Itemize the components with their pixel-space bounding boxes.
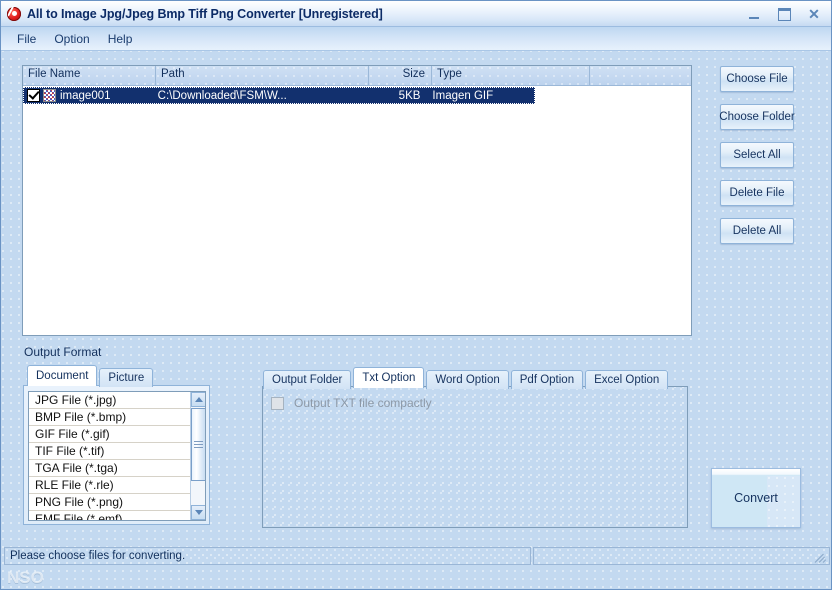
- output-format-label: Output Format: [24, 345, 102, 359]
- title-bar: All to Image Jpg/Jpeg Bmp Tiff Png Conve…: [1, 1, 831, 27]
- tab-txt-option[interactable]: Txt Option: [353, 367, 425, 388]
- table-row[interactable]: image001 C:\Downloaded\FSM\W... 5KB Imag…: [23, 87, 535, 104]
- delete-file-button[interactable]: Delete File: [720, 180, 794, 206]
- scrollbar-thumb[interactable]: [191, 408, 205, 481]
- column-header-path[interactable]: Path: [156, 66, 369, 85]
- column-header-filler: [590, 66, 691, 85]
- menu-item-option[interactable]: Option: [45, 29, 98, 49]
- output-format-panel: JPG File (*.jpg) BMP File (*.bmp) GIF Fi…: [23, 385, 210, 525]
- list-item[interactable]: EMF File (*.emf): [29, 511, 191, 520]
- application-window: All to Image Jpg/Jpeg Bmp Tiff Png Conve…: [0, 0, 832, 590]
- window-controls: ✕: [739, 1, 829, 27]
- menu-item-file[interactable]: File: [8, 29, 45, 49]
- status-bar: Please choose files for converting.: [1, 545, 831, 567]
- tab-excel-option[interactable]: Excel Option: [585, 370, 669, 389]
- output-txt-compactly-label: Output TXT file compactly: [294, 396, 432, 410]
- chevron-up-icon: [194, 397, 203, 402]
- delete-all-button[interactable]: Delete All: [720, 218, 794, 244]
- maximize-icon: [777, 7, 791, 21]
- tab-pdf-option[interactable]: Pdf Option: [510, 370, 584, 389]
- chevron-down-icon: [194, 510, 203, 515]
- list-item[interactable]: RLE File (*.rle): [29, 477, 191, 494]
- file-thumbnail-icon: [43, 89, 56, 102]
- tab-document[interactable]: Document: [27, 365, 98, 386]
- list-item[interactable]: PNG File (*.png): [29, 494, 191, 511]
- choose-file-button[interactable]: Choose File: [720, 66, 794, 92]
- maximize-button[interactable]: [769, 3, 799, 25]
- minimize-icon: [749, 16, 759, 19]
- select-all-button[interactable]: Select All: [720, 142, 794, 168]
- format-list-items: JPG File (*.jpg) BMP File (*.bmp) GIF Fi…: [29, 392, 191, 520]
- convert-button[interactable]: Convert: [711, 468, 801, 528]
- cell-file-name: image001: [60, 89, 111, 102]
- file-list[interactable]: File Name Path Size Type image001 C:\Dow…: [22, 65, 692, 336]
- watermark-label: NSO: [7, 568, 44, 587]
- minimize-button[interactable]: [739, 3, 769, 25]
- options-tabs: Output Folder Txt Option Word Option Pdf…: [263, 367, 670, 389]
- scrollbar-grip-icon: [194, 439, 203, 450]
- tab-word-option[interactable]: Word Option: [426, 370, 509, 389]
- list-item[interactable]: TGA File (*.tga): [29, 460, 191, 477]
- list-item[interactable]: TIF File (*.tif): [29, 443, 191, 460]
- menu-bar: File Option Help: [1, 27, 831, 51]
- close-icon: ✕: [808, 6, 820, 22]
- column-header-size[interactable]: Size: [369, 66, 432, 85]
- cell-size: 5KB: [398, 89, 421, 102]
- tab-picture[interactable]: Picture: [99, 368, 154, 387]
- tab-output-folder[interactable]: Output Folder: [263, 370, 352, 389]
- convert-button-label: Convert: [734, 491, 778, 505]
- output-txt-compactly-checkbox[interactable]: [271, 396, 284, 410]
- status-message: Please choose files for converting.: [4, 547, 531, 565]
- row-checkbox[interactable]: [27, 89, 40, 102]
- status-secondary-pane: [533, 547, 830, 565]
- options-panel: Output TXT file compactly: [262, 386, 688, 528]
- cell-type: Imagen GIF: [432, 89, 494, 102]
- column-header-file-name[interactable]: File Name: [23, 66, 156, 85]
- resize-grip-icon[interactable]: [814, 551, 827, 563]
- file-list-header: File Name Path Size Type: [23, 66, 691, 86]
- format-listbox[interactable]: JPG File (*.jpg) BMP File (*.bmp) GIF Fi…: [28, 391, 206, 521]
- format-list-scrollbar[interactable]: [190, 392, 205, 520]
- list-item[interactable]: BMP File (*.bmp): [29, 409, 191, 426]
- output-txt-compactly-row[interactable]: Output TXT file compactly: [271, 396, 432, 410]
- list-item[interactable]: GIF File (*.gif): [29, 426, 191, 443]
- window-title: All to Image Jpg/Jpeg Bmp Tiff Png Conve…: [27, 6, 383, 21]
- menu-item-help[interactable]: Help: [99, 29, 142, 49]
- list-item[interactable]: JPG File (*.jpg): [29, 392, 191, 409]
- scroll-down-button[interactable]: [191, 505, 205, 520]
- close-button[interactable]: ✕: [799, 3, 829, 25]
- choose-folder-button[interactable]: Choose Folder: [719, 104, 795, 130]
- scroll-up-button[interactable]: [191, 392, 205, 407]
- app-logo-icon: [6, 5, 23, 22]
- cell-path: C:\Downloaded\FSM\W...: [157, 89, 287, 102]
- output-format-tabs: Document Picture: [27, 365, 155, 387]
- file-actions-panel: Choose File Choose Folder Select All Del…: [719, 66, 795, 244]
- column-header-type[interactable]: Type: [432, 66, 590, 85]
